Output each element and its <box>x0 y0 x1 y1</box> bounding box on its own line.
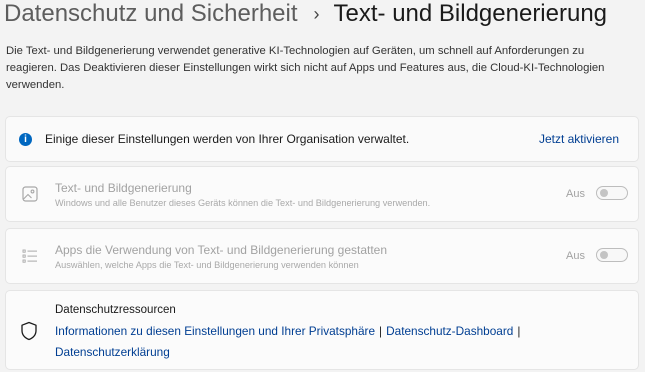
setting-subtitle: Windows und alle Benutzer dieses Geräts … <box>55 198 431 208</box>
page-title: Text- und Bildgenerierung <box>333 0 608 27</box>
setting-title: Text- und Bildgenerierung <box>55 181 192 195</box>
privacy-resources-card: Datenschutzressourcen Informationen zu d… <box>5 290 639 370</box>
chevron-right-icon: › <box>313 4 320 24</box>
image-icon <box>22 186 38 202</box>
privacy-info-link[interactable]: Informationen zu diesen Einstellungen un… <box>55 324 375 338</box>
app-list-icon <box>22 249 37 263</box>
text-image-generation-toggle[interactable] <box>596 186 628 200</box>
toggle-state-label: Aus <box>566 250 585 262</box>
resources-title: Datenschutzressourcen <box>55 304 176 316</box>
shield-icon <box>21 321 37 341</box>
toggle-knob <box>600 189 608 197</box>
app-permissions-toggle[interactable] <box>596 248 628 262</box>
page-description: Die Text- und Bildgenerierung verwendet … <box>6 45 605 91</box>
setting-app-permissions: Apps die Verwendung von Text- und Bildge… <box>5 228 639 284</box>
activate-now-link[interactable]: Jetzt aktivieren <box>539 132 619 146</box>
setting-title: Apps die Verwendung von Text- und Bildge… <box>55 243 388 257</box>
info-banner-text: Einige dieser Einstellungen werden von I… <box>45 132 410 146</box>
info-icon: i <box>19 133 32 146</box>
resources-links: Informationen zu diesen Einstellungen un… <box>55 321 555 363</box>
setting-text-image-generation: Text- und Bildgenerierung Windows und al… <box>5 166 639 222</box>
toggle-state-label: Aus <box>566 188 585 200</box>
toggle-knob <box>600 251 608 259</box>
link-separator: | <box>517 324 521 338</box>
privacy-statement-link[interactable]: Datenschutzerklärung <box>55 345 170 359</box>
breadcrumb-parent-link[interactable]: Datenschutz und Sicherheit <box>4 0 298 30</box>
privacy-dashboard-link[interactable]: Datenschutz-Dashboard <box>386 324 513 338</box>
breadcrumb: Datenschutz und Sicherheit › Text- und B… <box>4 0 607 30</box>
info-banner: i Einige dieser Einstellungen werden von… <box>5 116 639 162</box>
link-separator: | <box>379 324 383 338</box>
setting-subtitle: Auswählen, welche Apps die Text- und Bil… <box>55 260 359 270</box>
